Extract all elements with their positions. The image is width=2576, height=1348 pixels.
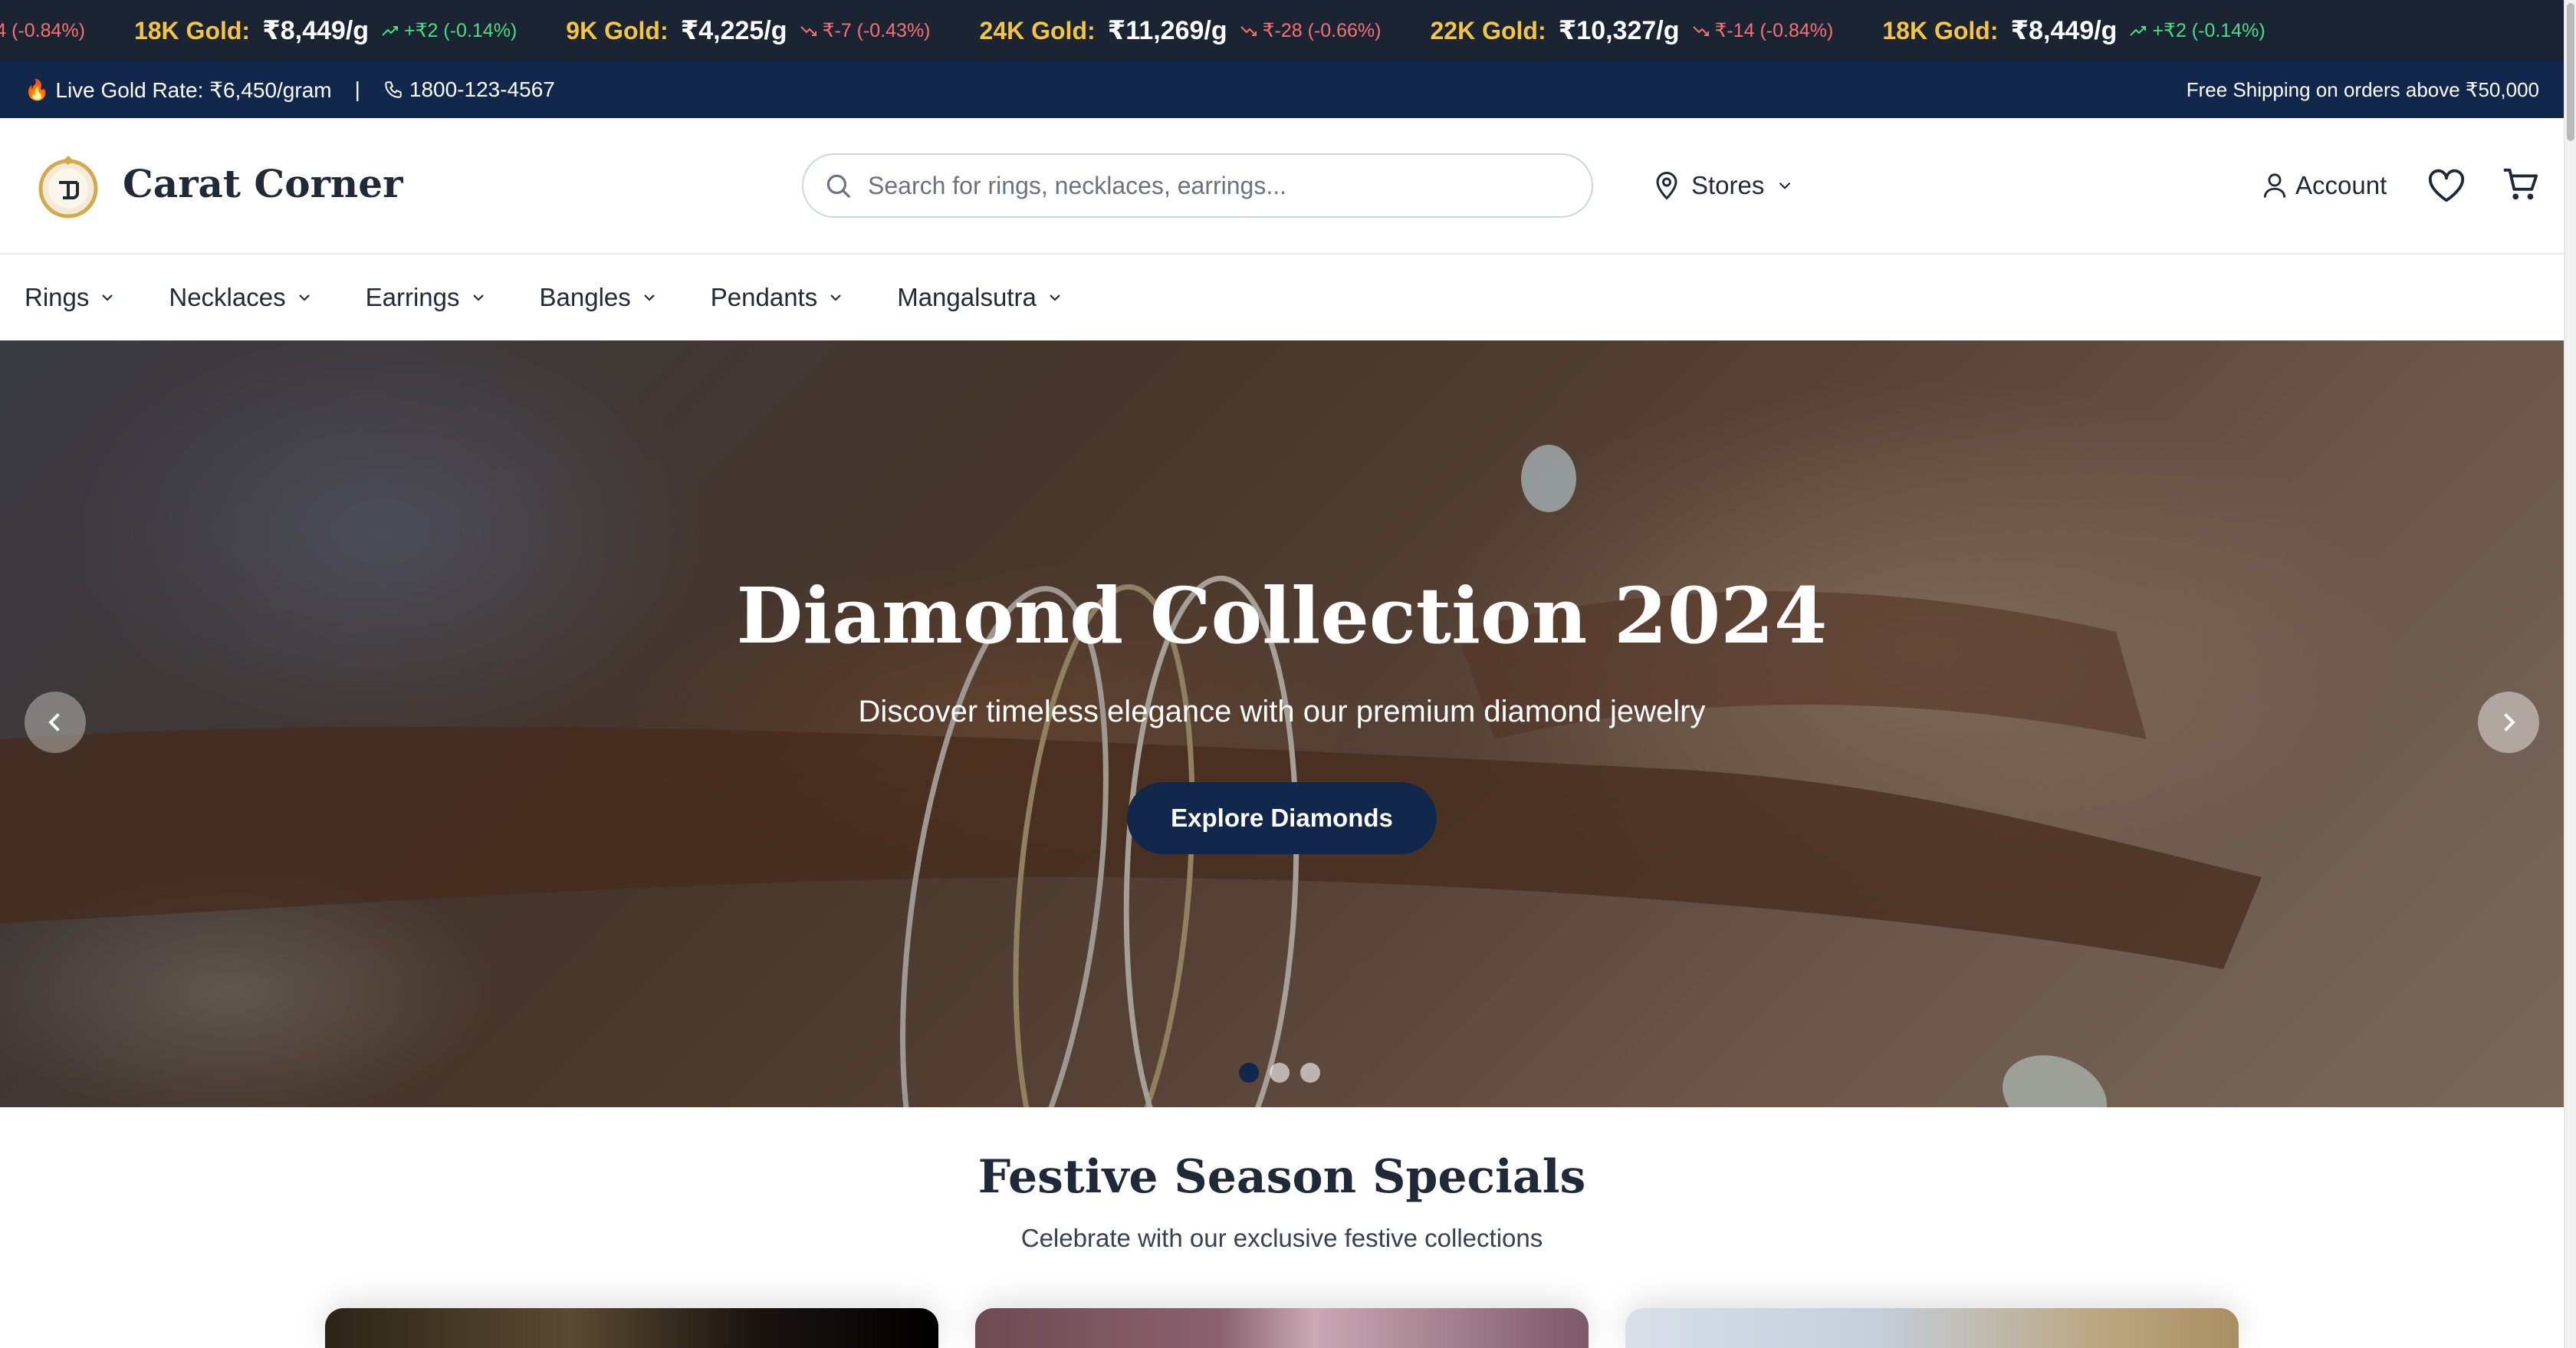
trend-down-icon xyxy=(800,26,816,36)
ticker-label: 24K Gold: xyxy=(979,16,1096,44)
ticker-price: ₹10,327/g xyxy=(1558,16,1680,45)
carousel-dot[interactable] xyxy=(1300,1063,1320,1083)
section-title: Festive Season Specials xyxy=(978,1150,1586,1204)
ticker-label: 9K Gold: xyxy=(566,16,669,44)
stores-label: Stores xyxy=(1691,171,1765,199)
section-subtitle: Celebrate with our exclusive festive col… xyxy=(1020,1224,1543,1252)
chevron-left-icon xyxy=(48,713,60,732)
live-gold-rate: Live Gold Rate: ₹6,450/gram xyxy=(55,77,332,102)
account-button[interactable]: Account xyxy=(2262,161,2387,210)
cart-icon[interactable] xyxy=(2501,166,2539,204)
separator: | xyxy=(354,77,360,101)
brand-name[interactable]: Carat Corner xyxy=(123,161,402,206)
ticker-item: 24K Gold: ₹11,269/g ₹-28 (-0.66%) xyxy=(980,0,1382,61)
festive-card[interactable] xyxy=(325,1308,938,1348)
ticker-price: ₹4,225/g xyxy=(680,16,787,45)
ticker-change: -14 (-0.84%) xyxy=(0,19,85,41)
festive-card[interactable] xyxy=(1625,1308,2239,1348)
flame-icon: 🔥 xyxy=(25,77,50,101)
search-input[interactable] xyxy=(868,171,1558,200)
search-bar[interactable] xyxy=(802,153,1593,218)
ticker-label: 18K Gold: xyxy=(133,16,251,44)
ticker-item: 18K Gold: ₹8,449/g +₹2 (-0.14%) xyxy=(1882,0,2265,61)
carousel-dot[interactable] xyxy=(1270,1063,1290,1083)
search-icon xyxy=(826,174,850,198)
trend-up-icon xyxy=(382,26,399,36)
ticker-change: ₹-28 (-0.66%) xyxy=(1240,19,1382,42)
stores-dropdown[interactable]: Stores xyxy=(1653,161,1795,210)
page-scrollbar[interactable] xyxy=(2564,0,2576,1348)
chevron-down-icon xyxy=(1779,182,1791,189)
account-label: Account xyxy=(2295,171,2387,199)
ticker-change: +₹2 (-0.14%) xyxy=(381,19,517,42)
festive-card[interactable] xyxy=(975,1308,1589,1348)
ticker-price: ₹11,269/g xyxy=(1107,16,1227,45)
ticker-price: ₹8,449/g xyxy=(262,16,370,45)
nav-item-mangalsutra[interactable]: Mangalsutra xyxy=(897,283,1064,312)
ticker-price: ₹8,449/g xyxy=(2010,16,2118,45)
nav-item-earrings[interactable]: Earrings xyxy=(366,283,488,312)
trend-down-icon xyxy=(1692,26,1709,36)
nav-item-rings[interactable]: Rings xyxy=(25,283,117,312)
map-pin-icon xyxy=(1656,172,1677,200)
chevron-down-icon xyxy=(1050,294,1060,301)
free-shipping-notice: Free Shipping on orders above ₹50,000 xyxy=(2186,77,2539,101)
trend-down-icon xyxy=(1240,26,1257,36)
chevron-down-icon xyxy=(102,294,113,301)
carousel-next-button[interactable] xyxy=(2478,692,2539,753)
category-nav: Rings Necklaces Earrings Bangles Pendant… xyxy=(0,255,2564,340)
trend-up-icon xyxy=(2130,26,2147,36)
carousel-dot[interactable] xyxy=(1239,1063,1259,1083)
ticker-item: 18K Gold: ₹8,449/g +₹2 (-0.14%) xyxy=(134,0,517,61)
ticker-change: ₹-7 (-0.43%) xyxy=(800,19,931,42)
gold-price-ticker: -14 (-0.84%) 18K Gold: ₹8,449/g +₹2 (-0.… xyxy=(0,0,2564,61)
info-bar: 🔥 Live Gold Rate: ₹6,450/gram | 1800-123… xyxy=(0,61,2564,118)
carousel-prev-button[interactable] xyxy=(25,692,86,753)
chevron-down-icon xyxy=(472,294,484,301)
ticker-item: 9K Gold: ₹4,225/g ₹-7 (-0.43%) xyxy=(566,0,930,61)
ticker-change: +₹2 (-0.14%) xyxy=(2129,19,2266,42)
hero-title: Diamond Collection 2024 xyxy=(736,570,1828,661)
ticker-track: -14 (-0.84%) 18K Gold: ₹8,449/g +₹2 (-0.… xyxy=(0,0,2315,61)
brand-logo[interactable] xyxy=(34,152,103,221)
ticker-label: 18K Gold: xyxy=(1882,16,1999,44)
explore-diamonds-button[interactable]: Explore Diamonds xyxy=(1127,782,1437,854)
heart-icon[interactable] xyxy=(2427,167,2466,204)
phone-icon xyxy=(385,81,402,98)
nav-item-bangles[interactable]: Bangles xyxy=(540,283,659,312)
hero-carousel: Diamond Collection 2024 Discover timeles… xyxy=(0,340,2564,1107)
ticker-change: ₹-14 (-0.84%) xyxy=(1692,19,1833,42)
nav-item-necklaces[interactable]: Necklaces xyxy=(169,283,313,312)
carousel-dots xyxy=(1239,1063,1331,1083)
user-icon xyxy=(2263,173,2286,198)
scrollbar-thumb[interactable] xyxy=(2567,3,2574,141)
chevron-down-icon xyxy=(830,294,841,301)
chevron-down-icon xyxy=(298,294,310,301)
hero-subtitle: Discover timeless elegance with our prem… xyxy=(858,695,1706,728)
ticker-item: 22K Gold: ₹10,327/g ₹-14 (-0.84%) xyxy=(1431,0,1834,61)
ticker-item: -14 (-0.84%) xyxy=(0,0,85,61)
nav-item-pendants[interactable]: Pendants xyxy=(711,283,845,312)
chevron-right-icon xyxy=(2504,713,2515,732)
chevron-down-icon xyxy=(643,294,655,301)
phone-number[interactable]: 1800-123-4567 xyxy=(409,77,555,102)
ticker-label: 22K Gold: xyxy=(1430,16,1546,44)
site-header: Carat Corner Stores Account xyxy=(0,118,2564,255)
